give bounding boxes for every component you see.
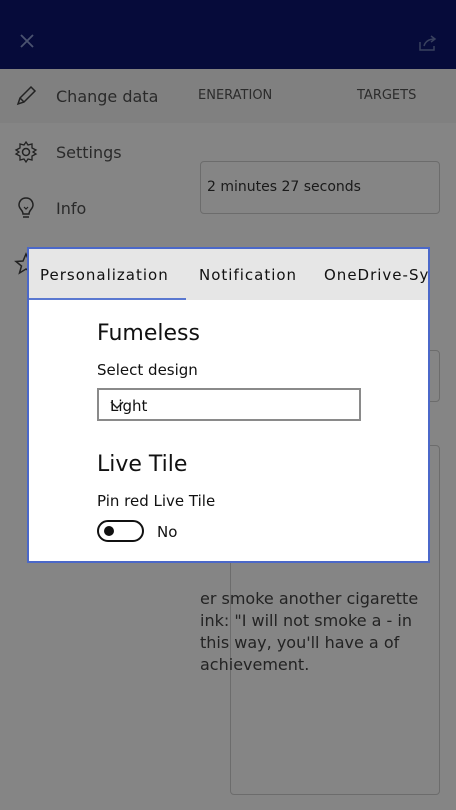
tab-personalization[interactable]: Personalization — [40, 266, 169, 284]
sidebar-item-label: Change data — [56, 87, 159, 106]
settings-dialog: Personalization Notification OneDrive-Sy… — [27, 247, 430, 563]
sidebar-item-change-data[interactable]: Change data — [0, 75, 210, 117]
pin-live-tile-label: Pin red Live Tile — [97, 492, 216, 510]
design-select[interactable]: Light — [97, 388, 361, 421]
settings-tab-bar: Personalization Notification OneDrive-Sy — [29, 249, 428, 300]
select-design-label: Select design — [97, 361, 198, 379]
app-name-heading: Fumeless — [97, 321, 200, 346]
tab-notification[interactable]: Notification — [199, 266, 297, 284]
toggle-knob — [104, 526, 114, 536]
sidebar-item-label: Info — [56, 199, 87, 218]
tab-onedrive-sync[interactable]: OneDrive-Sy — [324, 266, 428, 284]
sidebar-item-settings[interactable]: Settings — [0, 131, 210, 173]
sidebar-item-info[interactable]: Info — [0, 187, 210, 229]
gear-icon — [14, 140, 38, 164]
toggle-state-text: No — [157, 523, 178, 541]
pencil-icon — [14, 84, 38, 108]
lightbulb-icon — [14, 196, 38, 220]
sidebar-item-label: Settings — [56, 143, 122, 162]
active-tab-indicator — [29, 298, 186, 300]
live-tile-toggle[interactable] — [97, 520, 144, 542]
live-tile-heading: Live Tile — [97, 452, 188, 477]
chevron-down-icon — [110, 398, 124, 412]
